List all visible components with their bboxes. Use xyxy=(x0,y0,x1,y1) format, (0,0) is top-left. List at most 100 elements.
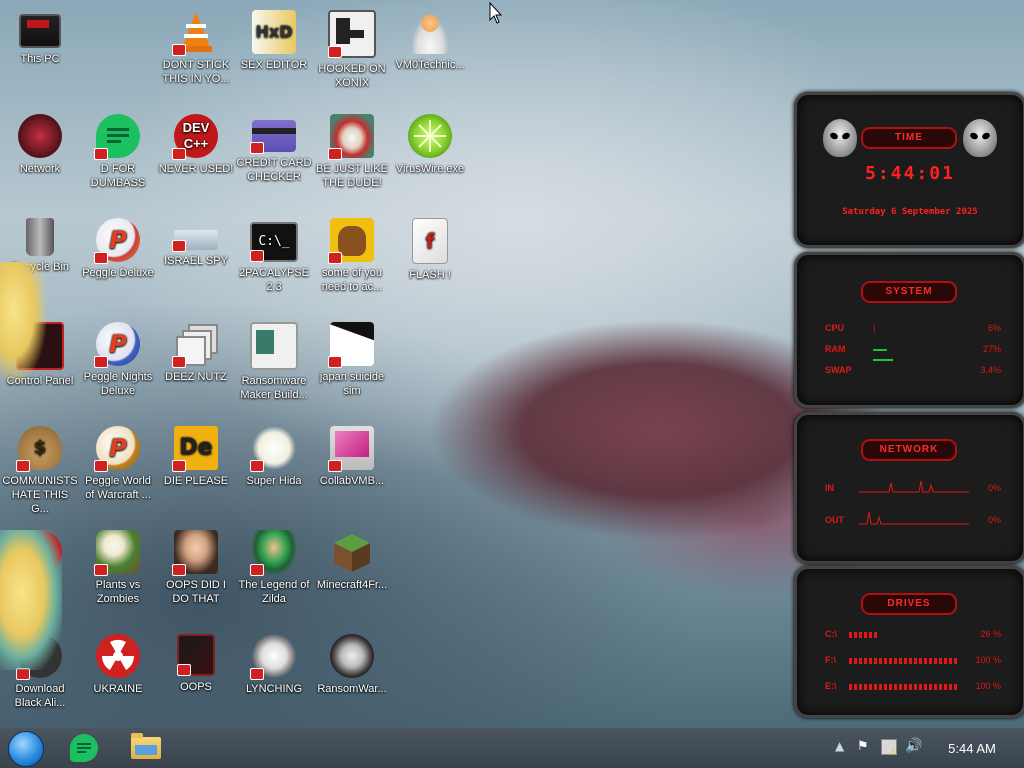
icon-label: D FOR DUMBASS xyxy=(90,163,146,189)
icon-label: Download Black Ali... xyxy=(14,683,66,709)
system-value: 6% xyxy=(987,323,1001,333)
desktop-icon-die-please[interactable]: De DIE PLEASE xyxy=(156,420,236,520)
desktop-icon-oops[interactable]: OOPS xyxy=(156,628,236,728)
tray-volume[interactable]: 🔊 xyxy=(902,728,924,768)
mouse-cursor xyxy=(489,1,503,29)
start-button[interactable] xyxy=(6,728,46,768)
lime-icon xyxy=(408,114,452,158)
network-out-graph xyxy=(859,511,969,525)
desktop-icon-credit-card-checker[interactable]: CREDIT CARD CHECKER xyxy=(234,108,314,208)
desktop-icon-plants-vs-zombies[interactable]: Plants vs Zombies xyxy=(78,524,158,624)
desktop-icon-deez-nutz[interactable]: DEEZ NUTZ xyxy=(156,316,236,416)
network-icon xyxy=(18,114,62,158)
time-date: Saturday 6 September 2025 xyxy=(842,207,978,217)
chat-bubble-icon xyxy=(70,734,98,762)
icon-label: SEX EDITOR xyxy=(240,59,308,71)
network-panel: NETWORK IN 0% OUT 0% xyxy=(794,412,1024,564)
network-row-out: OUT 0% xyxy=(825,511,1001,527)
desktop-icon-flash[interactable]: f FLASH ! xyxy=(390,212,470,312)
system-key: RAM xyxy=(825,344,846,354)
desktop-icon-2pacalypse[interactable]: C:\_ 2PACALYPSE 2.3 xyxy=(234,212,314,312)
time-title: TIME xyxy=(861,127,957,149)
alien-head-icon-right xyxy=(963,119,997,157)
doctor-avatar-icon xyxy=(408,10,452,54)
network-key: IN xyxy=(825,483,834,493)
desktop-icon-dont-stick[interactable]: DONT STICK THIS IN YO... xyxy=(156,4,236,104)
desktop-icon-this-pc[interactable]: This PC xyxy=(0,4,80,104)
desktop-icon-network[interactable]: Network xyxy=(0,108,80,208)
radiation-icon xyxy=(96,634,140,678)
taskbar-app-chat[interactable] xyxy=(64,728,104,768)
desktop-icon-be-just-like-the-dude[interactable]: BE JUST LIKE THE DUDE! xyxy=(312,108,392,208)
network-in-graph xyxy=(859,480,969,493)
system-row-ram: RAM 27% xyxy=(825,344,1001,356)
icon-label: Super Hida xyxy=(246,475,302,487)
icon-label: VM0Technic... xyxy=(395,59,465,71)
time-clock: 5:44:01 xyxy=(865,163,955,184)
desktop-icon-some-of-you[interactable]: some of you need to ac... xyxy=(312,212,392,312)
grass-block-icon xyxy=(330,530,374,574)
drive-value: 26 % xyxy=(980,629,1001,639)
icon-label: Peggle Deluxe xyxy=(82,267,154,279)
system-row-swap: SWAP 3.4% xyxy=(825,359,1001,377)
icon-label: Minecraft4Fr... xyxy=(316,579,388,591)
desktop-icon-lynching[interactable]: LYNCHING xyxy=(234,628,314,728)
icon-label: RansomWar... xyxy=(317,683,387,695)
drive-row-e: E:\ 100 % xyxy=(825,681,1001,693)
scene-icon xyxy=(328,322,374,368)
tray-show-hidden-button[interactable]: ▲ xyxy=(832,728,850,768)
drive-key: F:\ xyxy=(825,655,836,665)
desktop-icon-peggle-wow[interactable]: P Peggle World of Warcraft ... xyxy=(78,420,158,520)
tray-network[interactable]: ⚠ xyxy=(878,728,898,768)
drive-usage-bar xyxy=(849,632,878,638)
icon-label: some of you need to ac... xyxy=(321,267,383,293)
flash-document-icon: f xyxy=(412,218,448,264)
tray-action-center[interactable]: ⚑ xyxy=(854,728,874,768)
desktop: This PC Network Recycle Bin Control Pane… xyxy=(0,0,1024,728)
drives-panel: DRIVES C:\ 26 % F:\ 100 % E:\ 100 % xyxy=(794,566,1024,718)
desktop-icon-minecraft[interactable]: Minecraft4Fr... xyxy=(312,524,392,624)
desktop-icon-peggle-deluxe[interactable]: P Peggle Deluxe xyxy=(78,212,158,312)
pixel-dog-icon xyxy=(250,426,296,472)
icon-label: Network xyxy=(19,163,61,175)
icon-label: LYNCHING xyxy=(245,683,303,695)
dev-cpp-icon: DEV C++ xyxy=(172,114,218,160)
desktop-icon-ransomware-maker[interactable]: Ransomware Maker Build... xyxy=(234,316,314,416)
icon-label: HOOKED ON XONIX xyxy=(318,63,386,89)
chevron-up-icon: ▲ xyxy=(835,739,845,753)
cartoon-character-bottom xyxy=(0,530,62,670)
desktop-icon-peggle-nights[interactable]: P Peggle Nights Deluxe xyxy=(78,316,158,416)
icon-label: FLASH ! xyxy=(409,269,451,281)
icon-label: Plants vs Zombies xyxy=(95,579,141,605)
plant-icon xyxy=(94,530,140,576)
taskbar-file-explorer[interactable] xyxy=(126,728,166,768)
desktop-icon-sex-editor[interactable]: HxD SEX EDITOR xyxy=(234,4,314,104)
desktop-icon-legend-of-zilda[interactable]: The Legend of Zilda xyxy=(234,524,314,624)
network-drive-icon xyxy=(172,230,218,252)
credit-card-icon xyxy=(250,120,296,154)
desktop-icon-viruswire[interactable]: VirusWire.exe xyxy=(390,108,470,208)
icon-label: Peggle World of Warcraft ... xyxy=(85,475,151,501)
system-key: CPU xyxy=(825,323,845,333)
desktop-icon-hooked-on-xonix[interactable]: HOOKED ON XONIX xyxy=(312,4,392,104)
desktop-icon-d-for-dumbass[interactable]: D FOR DUMBASS xyxy=(78,108,158,208)
desktop-icon-japan-suicide-sim[interactable]: japan suicide sim xyxy=(312,316,392,416)
icon-label: 2PACALYPSE 2.3 xyxy=(239,267,309,293)
cartoon-character-top xyxy=(0,262,46,382)
desktop-icon-oops-did-i[interactable]: OOPS DID I DO THAT xyxy=(156,524,236,624)
desktop-icon-collabvm[interactable]: CollabVMB... xyxy=(312,420,392,520)
desktop-icon-never-used[interactable]: DEV C++ NEVER USED! xyxy=(156,108,236,208)
icon-label: japan suicide sim xyxy=(319,371,385,397)
de-logo-icon: De xyxy=(172,426,218,472)
desktop-icon-vm0technic[interactable]: VM0Technic... xyxy=(390,4,470,104)
desktop-icon-communists[interactable]: $ COMMUNISTS HATE THIS G... xyxy=(0,420,80,520)
time-panel: TIME 5:44:01 Saturday 6 September 2025 xyxy=(794,92,1024,248)
desktop-icon-ransomwar[interactable]: RansomWar... xyxy=(312,628,392,728)
desktop-icon-super-hida[interactable]: Super Hida xyxy=(234,420,314,520)
system-row-cpu: CPU | 6% xyxy=(825,323,1001,335)
desktop-icon-ukraine[interactable]: UKRAINE xyxy=(78,628,158,728)
icon-label: NEVER USED! xyxy=(158,163,234,175)
desktop-icon-israel-spy[interactable]: ISRAEL SPY xyxy=(156,212,236,312)
tray-clock[interactable]: 5:44 AM xyxy=(936,728,1016,768)
system-title: SYSTEM xyxy=(861,281,957,303)
